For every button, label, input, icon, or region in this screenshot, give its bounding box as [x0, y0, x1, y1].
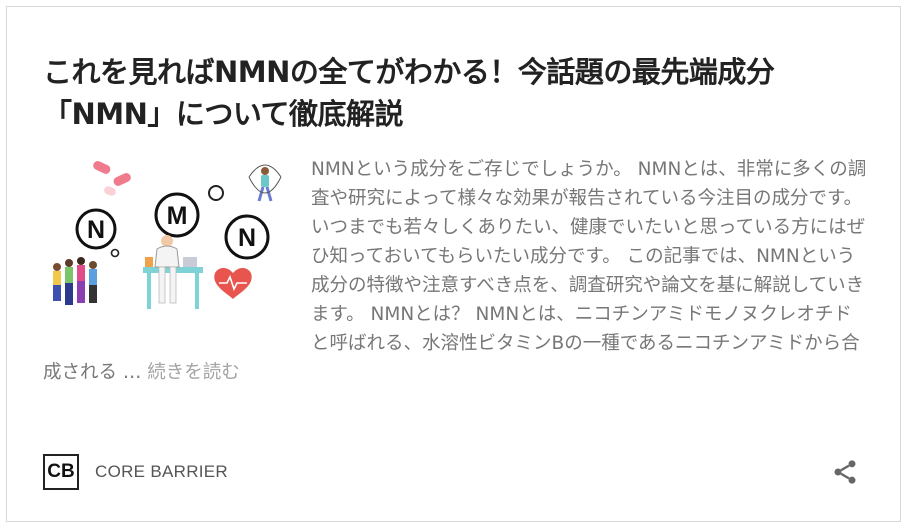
share-glyph — [834, 460, 856, 484]
site-name[interactable]: CORE BARRIER — [95, 462, 228, 482]
article-excerpt: NMNという成分をご存じでしょうか。 NMNとは、非常に多くの調査や研究によって… — [43, 155, 869, 387]
read-more-link[interactable]: 続きを読む — [147, 362, 240, 383]
article-title[interactable]: これを見ればNMNの全てがわかる！今話題の最先端成分「NMN」について徹底解説 — [43, 51, 863, 135]
article-card[interactable]: これを見ればNMNの全てがわかる！今話題の最先端成分「NMN」について徹底解説 … — [6, 6, 901, 522]
site-logo[interactable]: CB — [43, 454, 79, 490]
share-icon[interactable] — [831, 458, 859, 486]
